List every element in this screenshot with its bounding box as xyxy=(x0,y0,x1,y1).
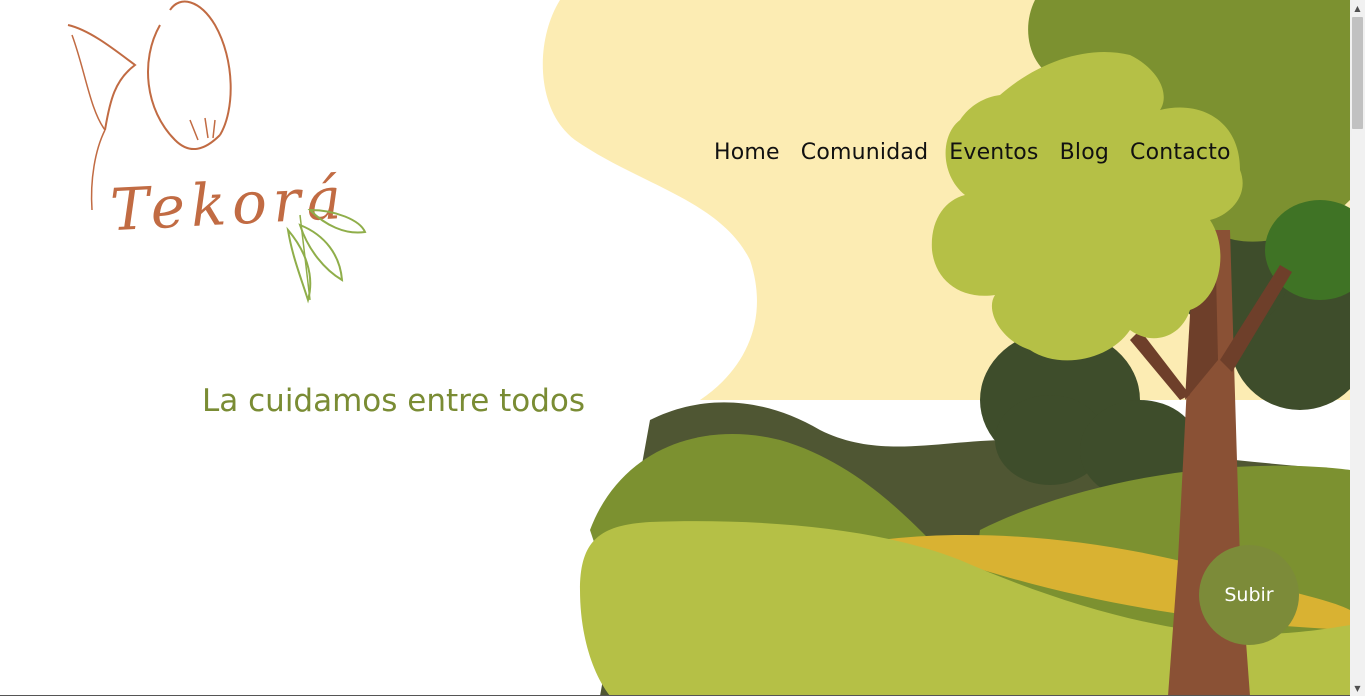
nav-eventos-link[interactable]: Eventos xyxy=(949,140,1038,165)
scrollbar-thumb[interactable] xyxy=(1352,17,1363,129)
hero-tagline: La cuidamos entre todos xyxy=(202,383,586,419)
back-to-top-button[interactable]: Subir xyxy=(1199,545,1299,645)
logo-wing-right xyxy=(169,0,232,136)
nav-contacto-link[interactable]: Contacto xyxy=(1130,140,1231,165)
vertical-scrollbar[interactable]: ▲ ▼ xyxy=(1350,0,1365,696)
scroll-down-arrow-icon[interactable]: ▼ xyxy=(1350,680,1365,696)
logo-body xyxy=(90,129,106,211)
nav-comunidad-link[interactable]: Comunidad xyxy=(801,140,928,165)
tekora-logo[interactable]: Tekorá xyxy=(60,0,380,305)
logo-wing-right-inner xyxy=(147,24,221,150)
page: Tekorá Home Comunidad Eventos Blog Conta… xyxy=(0,0,1350,696)
nav-home-link[interactable]: Home xyxy=(714,140,780,165)
nav-blog-link[interactable]: Blog xyxy=(1060,140,1109,165)
main-nav: Home Comunidad Eventos Blog Contacto xyxy=(714,140,1231,165)
logo-wing-left-inner xyxy=(71,34,106,131)
logo-wing-left xyxy=(67,24,137,131)
scroll-up-arrow-icon[interactable]: ▲ xyxy=(1350,0,1365,16)
